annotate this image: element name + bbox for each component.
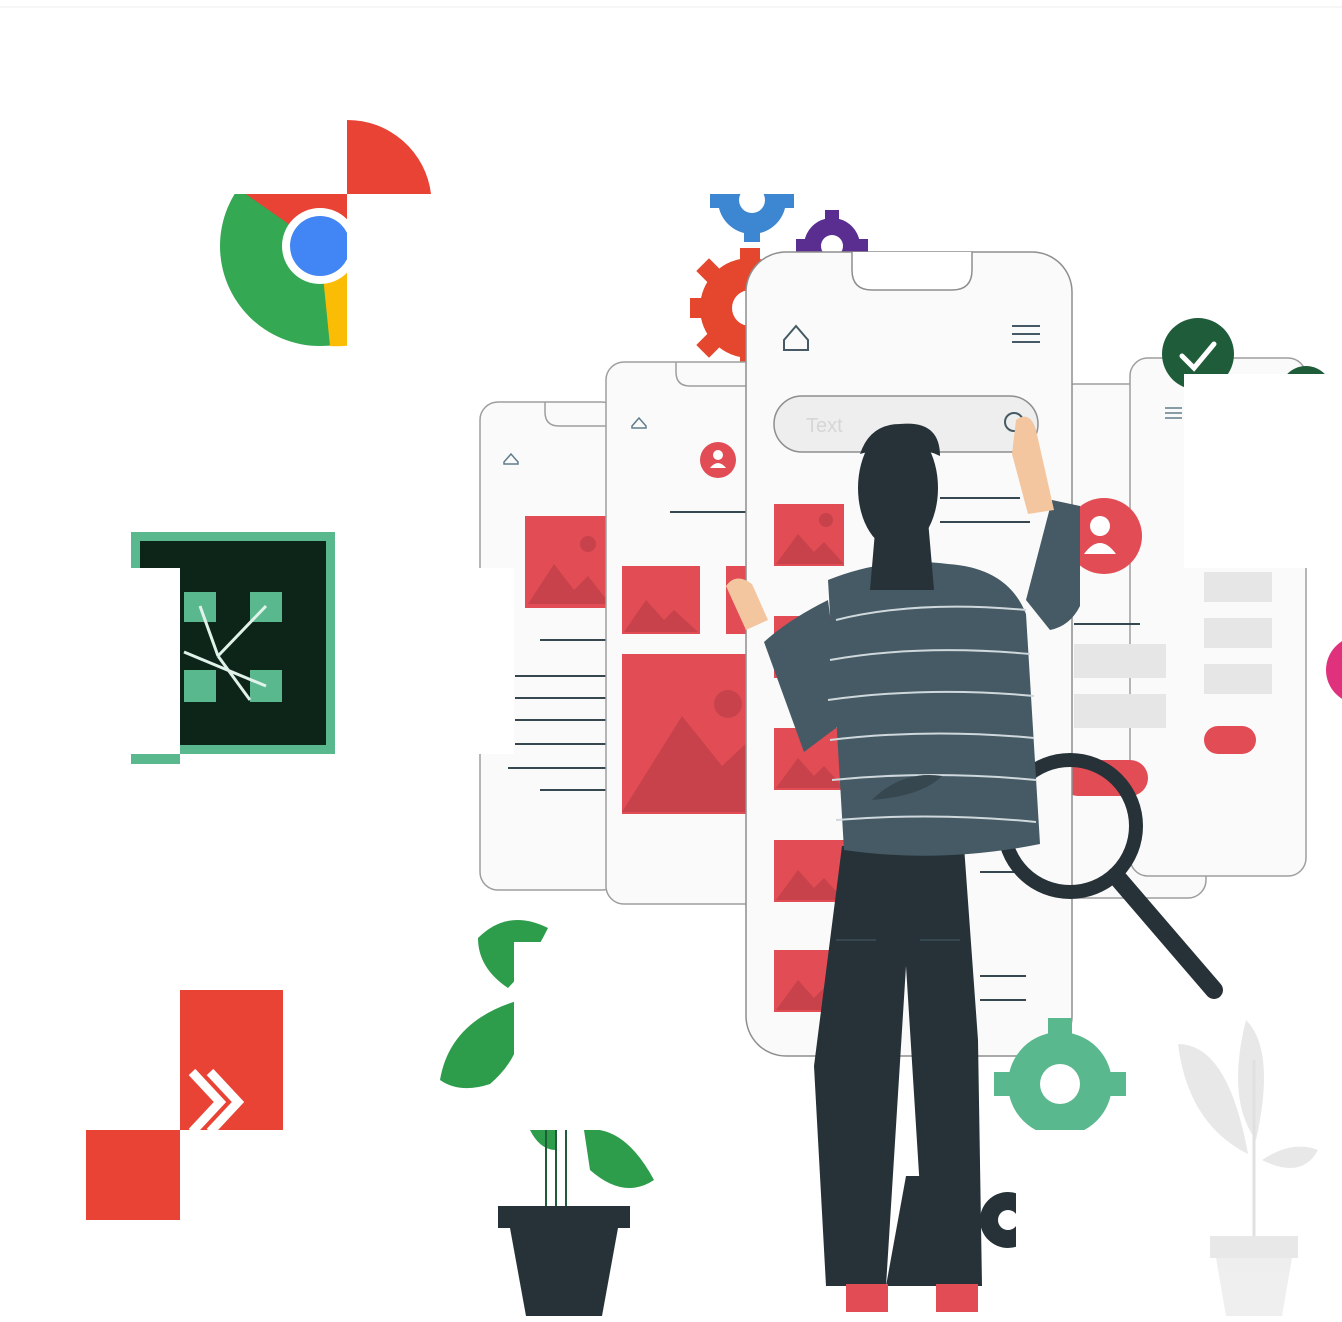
app-illustration: Text [440,158,1342,1316]
image-placeholder-icon [525,516,615,608]
image-placeholder-icon [622,654,754,814]
plant-icon [1178,1020,1318,1316]
adobe-connect-logo-icon [131,532,335,764]
collage-svg: Text [0,0,1342,1317]
user-avatar-icon [700,442,736,478]
search-placeholder: Text [806,415,843,437]
collage-canvas: Text [0,0,1342,1317]
image-placeholder-icon [774,840,844,902]
image-placeholder-icon [774,504,844,566]
image-placeholder-icon [622,566,700,634]
